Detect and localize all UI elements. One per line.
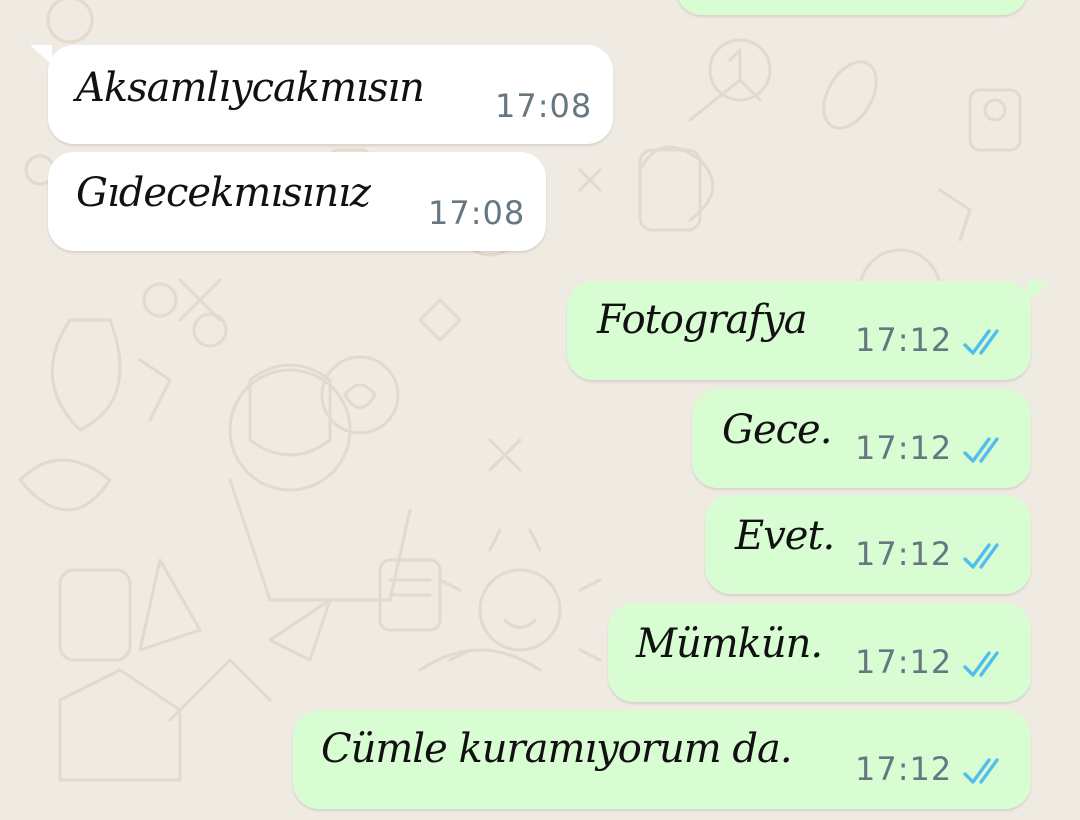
bubble-tail <box>1027 281 1051 303</box>
message-text: Cümle kuramıyorum da. <box>321 726 793 772</box>
double-check-read-icon <box>963 758 999 784</box>
bubble-tail <box>30 45 52 65</box>
message-timestamp: 17:12 <box>855 643 953 681</box>
outgoing-message-bubble[interactable]: Evet. 17:12 <box>705 495 1031 594</box>
outgoing-message-bubble-partial <box>676 0 1028 15</box>
double-check-read-icon <box>963 651 999 677</box>
outgoing-message-bubble[interactable]: Mümkün. 17:12 <box>608 603 1031 702</box>
message-text: Gıdecekmısınız <box>76 170 371 216</box>
message-timestamp: 17:12 <box>855 535 953 573</box>
outgoing-message-bubble[interactable]: Cümle kuramıyorum da. 17:12 <box>293 710 1031 809</box>
message-timestamp: 17:12 <box>855 321 953 359</box>
message-timestamp: 17:08 <box>428 194 526 232</box>
message-timestamp: 17:12 <box>855 429 953 467</box>
message-timestamp: 17:08 <box>495 87 593 125</box>
double-check-read-icon <box>963 437 999 463</box>
message-text: Evet. <box>735 513 835 559</box>
message-text: Gece. <box>722 407 832 453</box>
message-text: Mümkün. <box>636 621 823 667</box>
message-timestamp: 17:12 <box>855 750 953 788</box>
outgoing-message-bubble[interactable]: Fotografya 17:12 <box>567 281 1051 380</box>
double-check-read-icon <box>963 329 999 355</box>
double-check-read-icon <box>963 543 999 569</box>
message-text: Fotografya <box>597 297 808 343</box>
incoming-message-bubble[interactable]: Aksamlıycakmısın 17:08 <box>30 45 613 144</box>
message-text: Aksamlıycakmısın <box>76 65 425 111</box>
incoming-message-bubble[interactable]: Gıdecekmısınız 17:08 <box>48 152 546 251</box>
outgoing-message-bubble[interactable]: Gece. 17:12 <box>692 389 1031 488</box>
